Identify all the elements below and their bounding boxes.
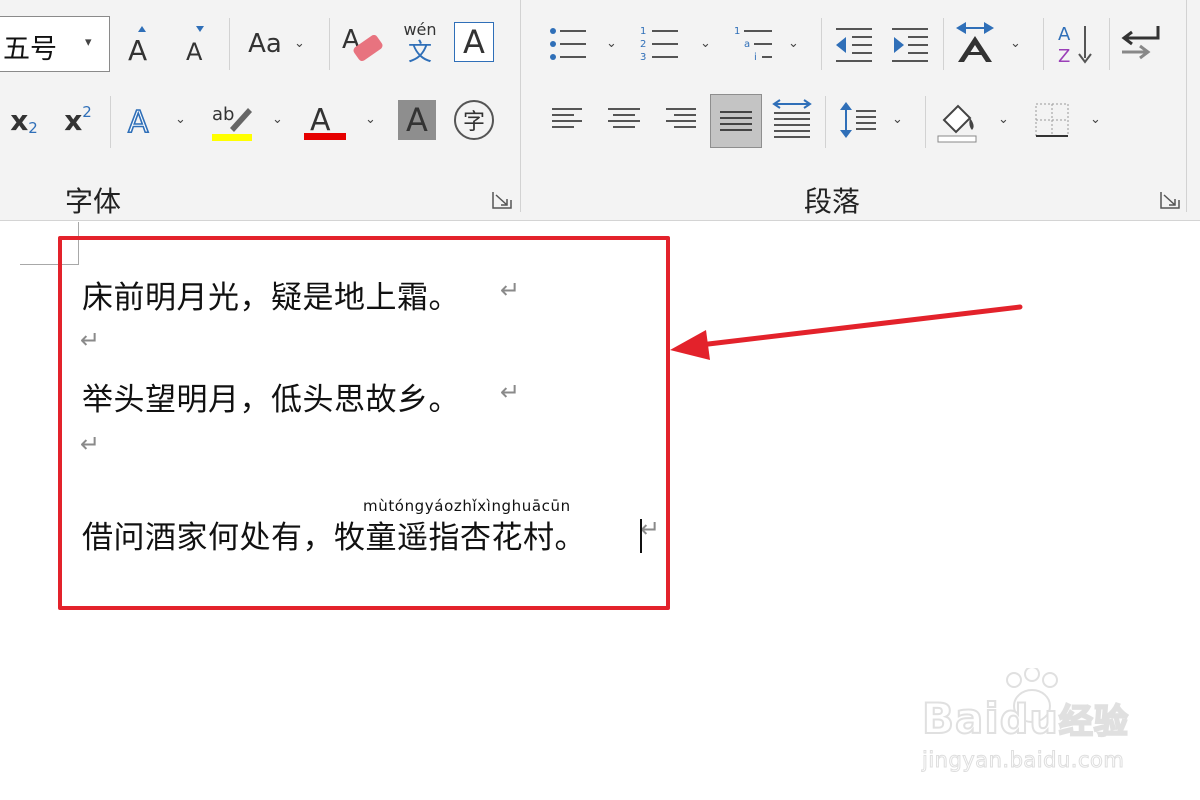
watermark-brand: Baidu经验 bbox=[921, 693, 1129, 744]
baidu-watermark: Baidu经验 jingyan.baidu.com bbox=[921, 668, 1142, 778]
watermark-url: jingyan.baidu.com bbox=[921, 748, 1125, 773]
